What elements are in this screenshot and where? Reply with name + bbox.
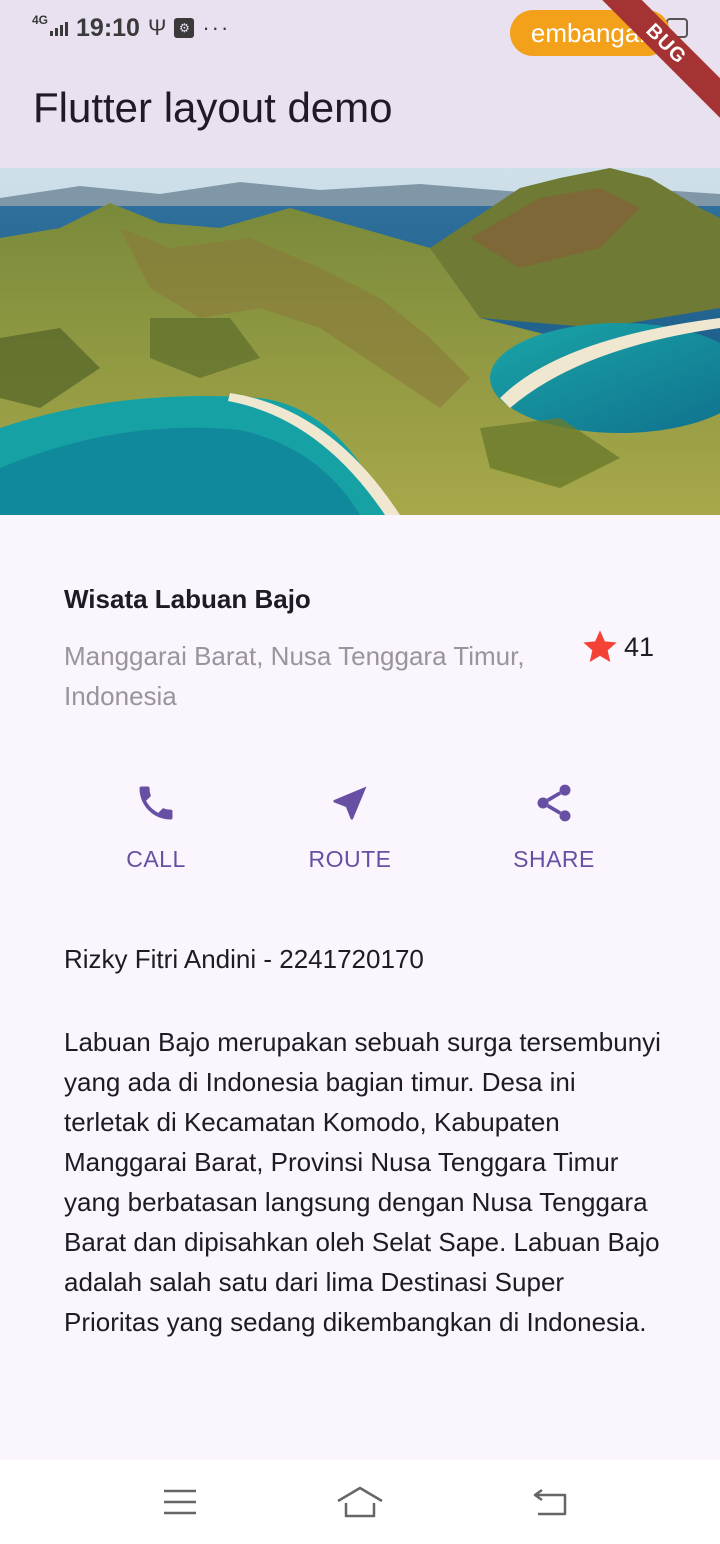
share-label: SHARE: [513, 846, 595, 872]
star-icon: [583, 630, 617, 662]
home-button[interactable]: [330, 1482, 390, 1522]
network-type: 4G: [32, 13, 49, 27]
phone-icon: [76, 778, 236, 828]
share-icon: [474, 778, 634, 828]
call-label: CALL: [126, 846, 186, 872]
share-button[interactable]: SHARE: [474, 778, 634, 873]
menu-button[interactable]: [150, 1482, 210, 1522]
back-icon: [533, 1488, 567, 1516]
description-text: Labuan Bajo merupakan sebuah surga terse…: [64, 1027, 661, 1337]
page-title: Flutter layout demo: [33, 84, 393, 131]
notification-icon: ⚙: [174, 18, 195, 38]
signal-icon: [50, 20, 69, 36]
near-me-icon: [270, 778, 430, 828]
place-location: Manggarai Barat, Nusa Tenggara Timur, In…: [64, 641, 525, 711]
landscape-image: [0, 168, 720, 515]
usb-icon: Ψ: [147, 15, 167, 40]
system-nav-bar: [0, 1460, 720, 1544]
status-bar: 4G 19:10 Ψ ⚙ ···: [32, 12, 230, 44]
hero-image: [0, 168, 720, 515]
place-title: Wisata Labuan Bajo: [64, 584, 311, 614]
route-label: ROUTE: [308, 846, 392, 872]
author-line: Rizky Fitri Andini - 2241720170: [64, 944, 424, 974]
rating-count: 41: [624, 632, 655, 662]
home-icon: [337, 1486, 383, 1518]
call-button[interactable]: CALL: [76, 778, 236, 873]
back-button[interactable]: [520, 1482, 580, 1522]
menu-icon: [164, 1489, 196, 1515]
more-notifications-icon: ···: [202, 15, 231, 40]
app-bar: 4G 19:10 Ψ ⚙ ··· embangar BUG Flutter la…: [0, 0, 720, 168]
status-time: 19:10: [76, 13, 140, 42]
route-button[interactable]: ROUTE: [270, 778, 430, 873]
